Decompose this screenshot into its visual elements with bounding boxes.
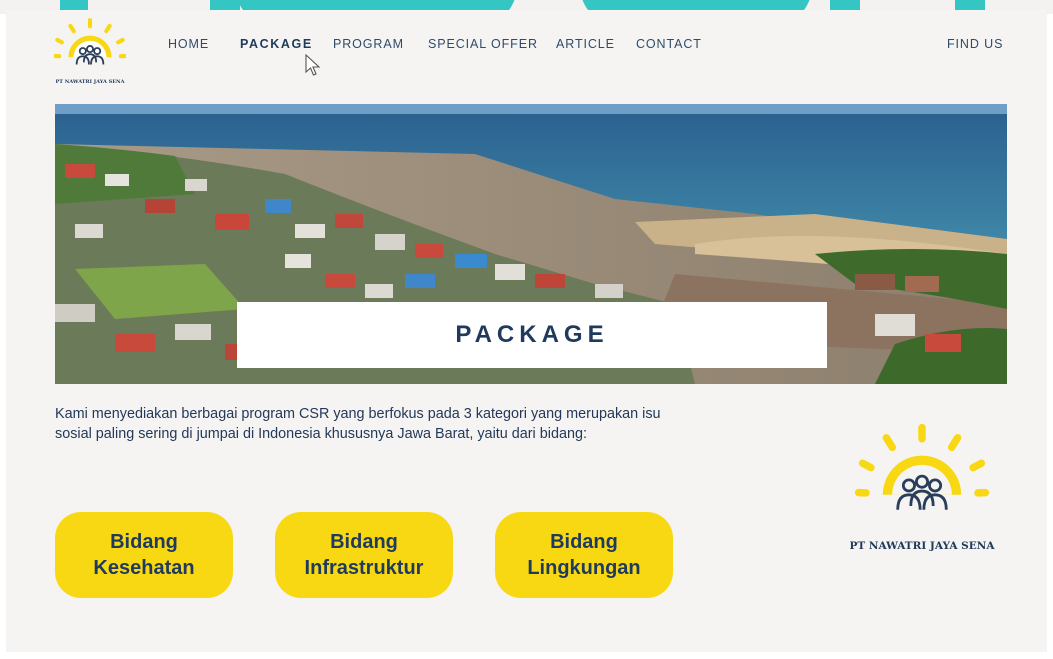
category-lingkungan-button[interactable]: Bidang Lingkungan [495, 512, 673, 598]
hero-title-box: PACKAGE [237, 302, 827, 368]
logo-brand-text: PT NAWATRI JAYA SENA [55, 79, 125, 85]
nav-program[interactable]: PROGRAM [333, 37, 404, 51]
nav-special-offer[interactable]: SPECIAL OFFER [428, 37, 538, 51]
category-infrastruktur-button[interactable]: Bidang Infrastruktur [275, 512, 453, 598]
nav-find-us[interactable]: FIND US [947, 37, 1003, 51]
company-name: PT NAWATRI JAYA SENA [849, 540, 995, 552]
nav-contact[interactable]: CONTACT [636, 37, 702, 51]
nav-package[interactable]: PACKAGE [240, 37, 313, 51]
nav-home[interactable]: HOME [168, 37, 209, 51]
nav-article[interactable]: ARTICLE [556, 37, 615, 51]
sun-people-logo-icon [854, 423, 990, 510]
hero-title: PACKAGE [455, 321, 609, 348]
intro-text: Kami menyediakan berbagai program CSR ya… [55, 406, 661, 442]
hero-banner: PACKAGE [55, 104, 1007, 384]
mouse-pointer-icon [305, 54, 321, 76]
company-logo: PT NAWATRI JAYA SENA [850, 422, 994, 562]
category-kesehatan-button[interactable]: Bidang Kesehatan [55, 512, 233, 598]
sun-people-logo-icon [52, 18, 128, 65]
header-logo[interactable]: PT NAWATRI JAYA SENA [52, 17, 128, 89]
